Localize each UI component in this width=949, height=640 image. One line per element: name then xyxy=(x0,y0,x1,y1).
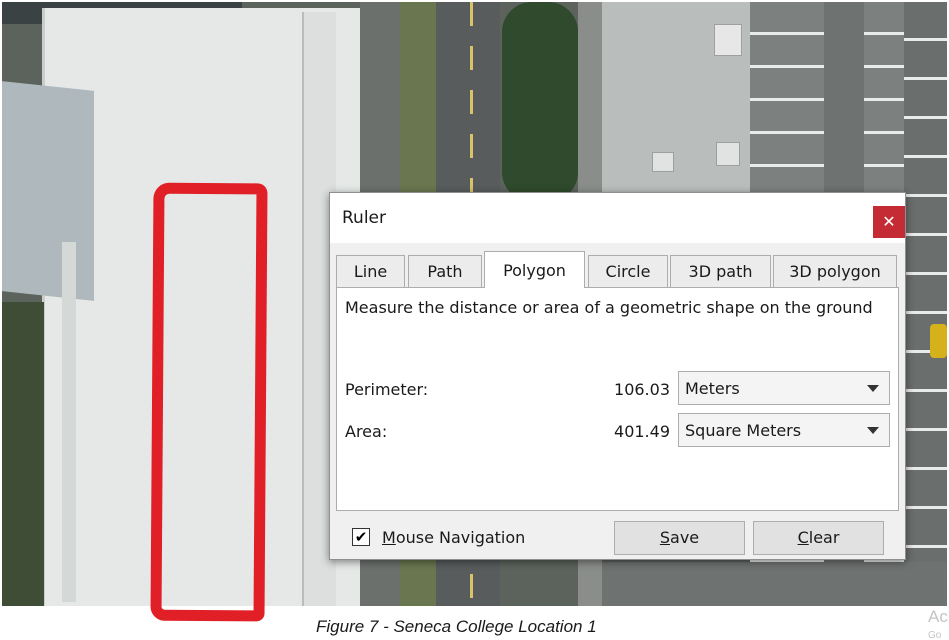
button-label-rest: ave xyxy=(670,528,700,547)
panel-description: Measure the distance or area of a geomet… xyxy=(345,298,873,317)
checkmark-icon[interactable]: ✔ xyxy=(352,528,370,546)
tab-label: Line xyxy=(353,262,388,281)
tab-label: Path xyxy=(427,262,463,281)
ruler-dialog: Ruler ✕ Line Path Polygon Circle 3D path… xyxy=(329,192,906,560)
activation-watermark: Ac xyxy=(928,607,948,626)
save-button[interactable]: Save xyxy=(614,521,745,555)
figure-caption: Figure 7 - Seneca College Location 1 xyxy=(316,617,597,636)
parking-row xyxy=(904,2,947,606)
tab-circle[interactable]: Circle xyxy=(588,255,668,287)
area-unit-value: Square Meters xyxy=(685,421,802,440)
activation-watermark-sub: Go xyxy=(928,630,942,640)
trees-left xyxy=(2,302,44,606)
tab-strip: Line Path Polygon Circle 3D path 3D poly… xyxy=(336,251,898,288)
tab-label: 3D polygon xyxy=(789,262,881,281)
mnemonic-letter: C xyxy=(797,528,809,547)
dialog-title: Ruler xyxy=(342,208,386,228)
roof-section xyxy=(2,81,94,301)
tab-label: 3D path xyxy=(688,262,753,281)
perimeter-unit-select[interactable]: Meters xyxy=(678,371,890,405)
perimeter-unit-value: Meters xyxy=(685,379,740,398)
close-icon: ✕ xyxy=(882,212,896,231)
area-unit-select[interactable]: Square Meters xyxy=(678,413,890,447)
label-rest: ouse Navigation xyxy=(395,528,526,547)
clear-button[interactable]: Clear xyxy=(753,521,884,555)
button-label-rest: lear xyxy=(808,528,840,547)
rooftop-unit xyxy=(714,24,742,56)
tab-line[interactable]: Line xyxy=(336,255,405,287)
close-button[interactable]: ✕ xyxy=(873,206,905,238)
measured-polygon-outline xyxy=(150,182,268,622)
roof-edge xyxy=(62,242,76,602)
polygon-tab-panel: Measure the distance or area of a geomet… xyxy=(336,287,899,511)
perimeter-value: 106.03 xyxy=(614,380,670,399)
tab-label: Polygon xyxy=(503,261,566,280)
screenshot-stage: Ruler ✕ Line Path Polygon Circle 3D path… xyxy=(0,0,949,640)
chevron-down-icon xyxy=(867,385,879,392)
chevron-down-icon xyxy=(867,427,879,434)
tab-3d-polygon[interactable]: 3D polygon xyxy=(773,255,897,287)
mouse-navigation-label: Mouse Navigation xyxy=(382,528,525,547)
area-value: 401.49 xyxy=(614,422,670,441)
tab-3d-path[interactable]: 3D path xyxy=(670,255,771,287)
mnemonic-letter: M xyxy=(382,528,396,547)
tab-label: Circle xyxy=(605,262,651,281)
rooftop-unit xyxy=(652,152,674,172)
pavement xyxy=(602,562,947,606)
perimeter-label: Perimeter: xyxy=(345,380,429,399)
rooftop-unit xyxy=(716,142,740,166)
dialog-title-bar[interactable]: Ruler xyxy=(330,193,905,243)
tab-polygon[interactable]: Polygon xyxy=(484,251,585,288)
trees xyxy=(502,2,578,202)
mnemonic-letter: S xyxy=(659,528,671,547)
area-label: Area: xyxy=(345,422,388,441)
parked-car xyxy=(930,324,947,358)
tab-path[interactable]: Path xyxy=(408,255,482,287)
